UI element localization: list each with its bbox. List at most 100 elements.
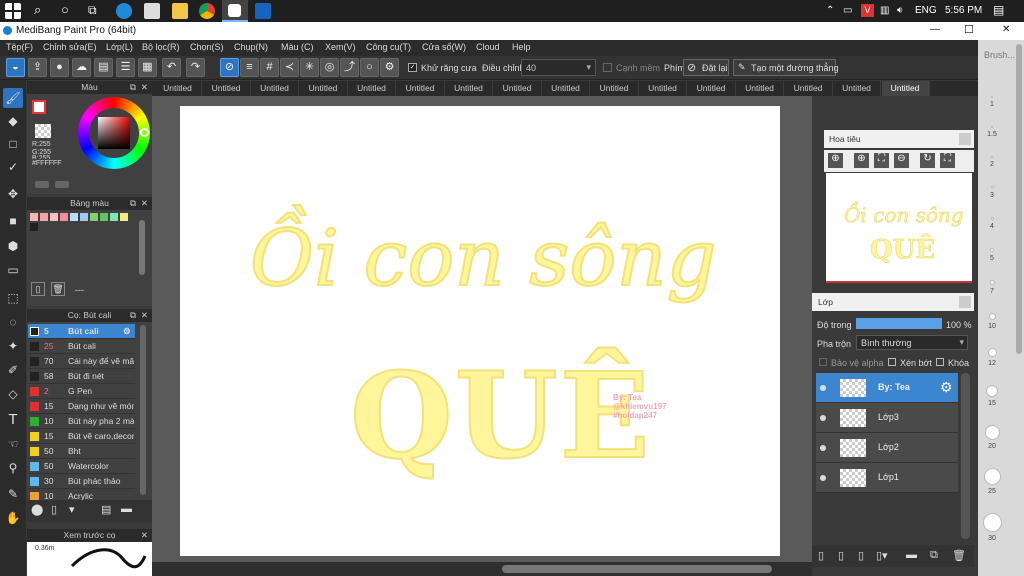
brush-size-dot[interactable]: [987, 348, 997, 357]
brush-list-item[interactable]: 10 Bút này pha 2 màu: [28, 414, 135, 429]
brush-settings-icon[interactable]: ▤: [101, 503, 111, 516]
opacity-slider[interactable]: [856, 318, 942, 329]
straight-line-button[interactable]: ✎ Tạo một đường thẳng: [733, 59, 838, 76]
language-indicator[interactable]: ENG: [915, 5, 937, 16]
grid-snap-icon[interactable]: #: [260, 58, 279, 77]
new-brush-icon[interactable]: ▯: [51, 503, 57, 516]
tab-untitled-5[interactable]: Untitled: [348, 81, 396, 96]
brush-size-dot[interactable]: [990, 248, 994, 252]
select-pen-tool-icon[interactable]: ✐: [3, 360, 23, 380]
visibility-eye-icon[interactable]: [820, 385, 826, 391]
add-brush-icon[interactable]: ⬤: [31, 503, 43, 516]
network-icon[interactable]: ▥: [880, 5, 889, 16]
windows-start-icon[interactable]: [5, 3, 21, 19]
palette-swatch[interactable]: [80, 213, 88, 221]
menu-tools[interactable]: Công cụ(T): [366, 42, 411, 52]
close-icon[interactable]: ✕: [141, 529, 148, 542]
clip-checkbox[interactable]: [888, 358, 896, 366]
zoom-in-2-icon[interactable]: ⊕: [854, 153, 869, 168]
brush-size-dot[interactable]: [984, 425, 1000, 440]
move-tool-icon[interactable]: ✥: [3, 184, 23, 204]
layer-folder-icon[interactable]: ▬: [906, 549, 917, 561]
chrome-icon[interactable]: [199, 3, 215, 19]
brush-size-dot[interactable]: [986, 385, 998, 397]
volume-icon[interactable]: 🔉︎: [897, 5, 903, 16]
menu-view[interactable]: Xem(V): [325, 42, 356, 52]
tab-untitled-11[interactable]: Untitled: [639, 81, 687, 96]
popout-icon[interactable]: ⧉: [130, 197, 136, 210]
primary-color-swatch[interactable]: [32, 100, 46, 114]
visibility-eye-icon[interactable]: [820, 415, 826, 421]
brush-list-item[interactable]: 5 Bút cali ⚙: [28, 324, 135, 339]
palette-swatch[interactable]: [40, 213, 48, 221]
minimize-button[interactable]: —: [930, 24, 940, 35]
clock[interactable]: 5:56 PM: [945, 5, 982, 16]
brush-size-dot[interactable]: [990, 186, 994, 189]
tab-untitled-7[interactable]: Untitled: [445, 81, 493, 96]
export-icon[interactable]: ⇪: [28, 58, 47, 77]
delete-palette-icon[interactable]: 🗑︎: [51, 282, 65, 296]
tab-untitled-2[interactable]: Untitled: [203, 81, 251, 96]
canvas-tool-icon[interactable]: ◒: [6, 58, 25, 77]
store-icon[interactable]: [144, 3, 160, 19]
undo-icon[interactable]: ↶: [162, 58, 181, 77]
add-palette-icon[interactable]: ▯: [31, 282, 45, 296]
tab-untitled-8[interactable]: Untitled: [494, 81, 542, 96]
notification-icon[interactable]: ▤: [993, 3, 1004, 17]
brush-size-dot[interactable]: [991, 96, 993, 98]
brush-size-dot[interactable]: [982, 513, 1002, 532]
menu-file[interactable]: Tệp(F): [6, 42, 33, 52]
palette-swatch[interactable]: [30, 223, 38, 231]
ellipse-snap-icon[interactable]: ○: [360, 58, 379, 77]
snap-off-icon[interactable]: ⊘: [220, 58, 239, 77]
tab-untitled-4[interactable]: Untitled: [300, 81, 348, 96]
menu-color[interactable]: Màu (C): [281, 42, 314, 52]
cloud-icon[interactable]: ☁: [72, 58, 91, 77]
lock-checkbox[interactable]: [936, 358, 944, 366]
parallel-snap-icon[interactable]: ≡: [240, 58, 259, 77]
redo-icon[interactable]: ↷: [186, 58, 205, 77]
drawing-canvas[interactable]: Ồi con sông QUÊ By: Tea @khiemvu197 #hoi…: [180, 106, 780, 556]
layer-scrollbar[interactable]: [961, 373, 970, 539]
new-halftone-layer-icon[interactable]: ▯: [838, 549, 844, 562]
tab-untitled-14[interactable]: Untitled: [785, 81, 833, 96]
brush-folder-icon[interactable]: ▬: [121, 503, 132, 515]
brush-strip-scrollbar[interactable]: [1016, 44, 1022, 354]
palette-swatch[interactable]: [90, 213, 98, 221]
canvas-hscrollbar[interactable]: [152, 562, 812, 576]
text-tool-icon[interactable]: T: [3, 410, 23, 430]
line-tool-icon[interactable]: ✓: [3, 157, 23, 177]
menu-layer[interactable]: Lớp(L): [106, 42, 133, 52]
brush-list-item[interactable]: 58 Bút đi nét: [28, 369, 135, 384]
operation-tool-icon[interactable]: ☜: [3, 434, 23, 454]
brush-list-item[interactable]: 70 Cái này để vẽ mây: [28, 354, 135, 369]
menu-cloud[interactable]: Cloud: [476, 42, 500, 52]
brush-size-dot[interactable]: [989, 280, 995, 285]
brush-size-dot[interactable]: [991, 156, 993, 158]
palette-swatch[interactable]: [50, 213, 58, 221]
tab-untitled-9[interactable]: Untitled: [542, 81, 590, 96]
tab-untitled-6[interactable]: Untitled: [397, 81, 445, 96]
file-explorer-icon[interactable]: [172, 3, 188, 19]
zoom-in-icon[interactable]: ⊕: [828, 153, 843, 168]
transparent-swatch[interactable]: [35, 124, 51, 138]
color-wheel[interactable]: [78, 97, 150, 169]
close-button[interactable]: ✕: [1002, 24, 1010, 35]
layer-menu-icon[interactable]: ▯▾: [876, 549, 888, 562]
eyedropper-tool-icon[interactable]: ⚲: [3, 458, 23, 478]
edge-browser-icon[interactable]: [116, 3, 132, 19]
close-icon[interactable]: ✕: [141, 81, 148, 94]
layer-row[interactable]: Lớp3: [816, 403, 958, 433]
blend-mode-dropdown[interactable]: Bình thường ▾: [856, 335, 968, 350]
close-icon[interactable]: ✕: [141, 197, 148, 210]
color-mode-button[interactable]: [35, 181, 49, 188]
menu-window[interactable]: Cửa sổ(W): [422, 42, 466, 52]
brush-list-item[interactable]: 15 Bút vẽ caro,decor: [28, 429, 135, 444]
palette-swatch[interactable]: [110, 213, 118, 221]
close-icon[interactable]: ✕: [141, 309, 148, 322]
popout-icon[interactable]: ⧉: [130, 309, 136, 322]
document-icon[interactable]: ▤: [94, 58, 113, 77]
tab-untitled-10[interactable]: Untitled: [591, 81, 639, 96]
brush-list-item[interactable]: 25 Bút cali: [28, 339, 135, 354]
new-8bit-layer-icon[interactable]: ▯: [858, 549, 864, 562]
